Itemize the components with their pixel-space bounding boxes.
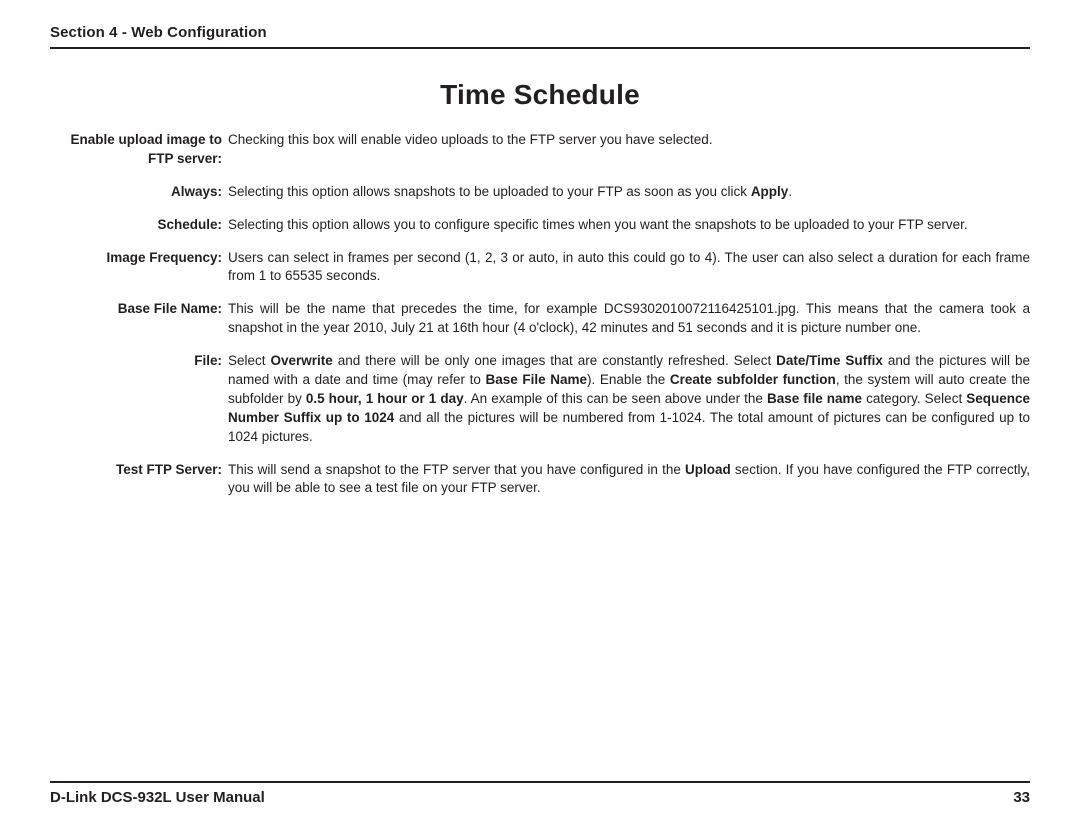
row-image-frequency: Image Frequency: Users can select in fra… (50, 249, 1030, 287)
term: Schedule: (50, 216, 222, 235)
text: . (788, 184, 792, 199)
desc: Select Overwrite and there will be only … (228, 352, 1030, 446)
definition-list: Enable upload image to FTP server: Check… (50, 131, 1030, 498)
term: Always: (50, 183, 222, 202)
bold-base-file-name-2: Base file name (767, 391, 862, 406)
text: . An example of this can be seen above u… (464, 391, 767, 406)
desc: Selecting this option allows snapshots t… (228, 183, 1030, 202)
desc: Users can select in frames per second (1… (228, 249, 1030, 287)
bold-upload: Upload (685, 462, 731, 477)
term-line1: Enable upload image to (70, 132, 222, 147)
desc: Checking this box will enable video uplo… (228, 131, 1030, 169)
desc: Selecting this option allows you to conf… (228, 216, 1030, 235)
bold-apply: Apply (751, 184, 789, 199)
term: Image Frequency: (50, 249, 222, 287)
text: Select (228, 353, 270, 368)
page-number: 33 (1013, 789, 1030, 806)
row-always: Always: Selecting this option allows sna… (50, 183, 1030, 202)
text: ). Enable the (587, 372, 670, 387)
bold-datetime-suffix: Date/Time Suffix (776, 353, 883, 368)
bold-base-file-name: Base File Name (486, 372, 588, 387)
text: Selecting this option allows snapshots t… (228, 184, 751, 199)
term: File: (50, 352, 222, 446)
bold-create-subfolder: Create subfolder function (670, 372, 836, 387)
text: This will send a snapshot to the FTP ser… (228, 462, 685, 477)
page-title: Time Schedule (50, 79, 1030, 111)
term: Test FTP Server: (50, 461, 222, 499)
term: Base File Name: (50, 300, 222, 338)
bold-overwrite: Overwrite (270, 353, 332, 368)
term-line2: FTP server: (148, 151, 222, 166)
desc: This will send a snapshot to the FTP ser… (228, 461, 1030, 499)
term: Enable upload image to FTP server: (50, 131, 222, 169)
row-base-file-name: Base File Name: This will be the name th… (50, 300, 1030, 338)
row-enable-upload: Enable upload image to FTP server: Check… (50, 131, 1030, 169)
row-file: File: Select Overwrite and there will be… (50, 352, 1030, 446)
row-schedule: Schedule: Selecting this option allows y… (50, 216, 1030, 235)
text: and there will be only one images that a… (333, 353, 776, 368)
section-header: Section 4 - Web Configuration (50, 24, 1030, 49)
text: category. Select (862, 391, 966, 406)
page-footer: D-Link DCS-932L User Manual 33 (50, 781, 1030, 806)
row-test-ftp: Test FTP Server: This will send a snapsh… (50, 461, 1030, 499)
bold-interval: 0.5 hour, 1 hour or 1 day (306, 391, 464, 406)
desc: This will be the name that precedes the … (228, 300, 1030, 338)
footer-left: D-Link DCS-932L User Manual (50, 789, 265, 806)
